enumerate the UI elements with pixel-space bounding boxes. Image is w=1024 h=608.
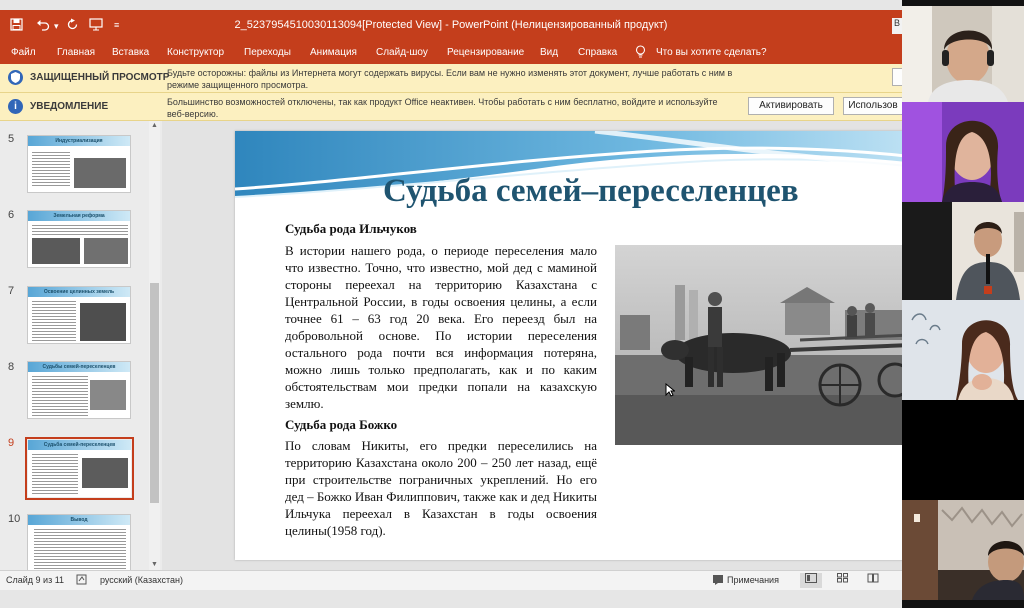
protected-view-bar: ЗАЩИЩЕННЫЙ ПРОСМОТР Будьте осторожны: фа… <box>0 64 902 93</box>
notes-button[interactable]: Примечания <box>727 575 779 585</box>
slide-thumbnail-5[interactable]: Индустриализация <box>27 135 131 193</box>
powerpoint-window: ▾ ≡ 2_5237954510030113094[Protected View… <box>0 0 902 608</box>
spellcheck-icon[interactable] <box>76 573 89 588</box>
thumbnail-title: Земельная реформа <box>53 213 105 219</box>
tab-transitions[interactable]: Переходы <box>244 47 291 58</box>
slide-number-selected: 9 <box>8 437 15 449</box>
heading-bozhko: Судьба рода Божко <box>285 417 398 432</box>
slide-thumbnail-9-selected[interactable]: Судьба семей-переселенцев <box>25 437 134 500</box>
language-indicator[interactable]: русский (Казахстан) <box>100 575 183 585</box>
thumbnail-title: Судьба семей-переселенцев <box>43 442 116 448</box>
notice-bar: i УВЕДОМЛЕНИЕ Большинство возможностей о… <box>0 93 902 121</box>
protected-view-label: ЗАЩИЩЕННЫЙ ПРОСМОТР <box>30 72 170 83</box>
window-title: 2_5237954510030113094[Protected View] - … <box>234 19 668 31</box>
enable-editing-button[interactable] <box>892 68 902 86</box>
slide-thumbnail-8[interactable]: Судьбы семей-переселенцев <box>27 361 131 419</box>
thumbnail-title: Вывод <box>70 517 88 523</box>
tab-file[interactable]: Файл <box>11 47 36 58</box>
lightbulb-icon <box>635 45 646 62</box>
tell-me-search[interactable]: Что вы хотите сделать? <box>656 47 767 58</box>
info-icon: i <box>8 99 23 114</box>
tab-review[interactable]: Рецензирование <box>447 47 524 58</box>
ribbon-tabs: Файл Главная Вставка Конструктор Переход… <box>0 42 902 64</box>
participant-video-5-camera-off[interactable] <box>902 400 1024 500</box>
thumbnail-title: Судьбы семей-переселенцев <box>42 364 116 370</box>
slide-number: 8 <box>8 361 15 373</box>
slide-number: 6 <box>8 209 15 221</box>
settlers-photo <box>615 245 902 445</box>
scroll-up-icon[interactable]: ▲ <box>149 121 160 131</box>
slide-counter: Слайд 9 из 11 <box>6 575 65 585</box>
tab-home[interactable]: Главная <box>57 47 95 58</box>
tab-design[interactable]: Конструктор <box>167 47 224 58</box>
current-slide[interactable]: Судьба семей–переселенцев Судьба рода Ил… <box>235 131 902 560</box>
slide-number: 10 <box>8 513 21 525</box>
paragraph-ilchuk: В истории нашего рода, о периоде пересел… <box>285 243 597 411</box>
mouse-cursor-icon <box>665 383 675 397</box>
slide-number: 5 <box>8 133 15 145</box>
participant-video-4[interactable] <box>902 300 1024 400</box>
participant-video-6[interactable] <box>902 500 1024 600</box>
slide-thumbnail-6[interactable]: Земельная реформа <box>27 210 131 268</box>
tab-animations[interactable]: Анимация <box>310 47 357 58</box>
video-participants-panel <box>902 0 1024 608</box>
scroll-down-icon[interactable]: ▼ <box>149 560 160 570</box>
tab-slideshow[interactable]: Слайд-шоу <box>376 47 428 58</box>
shield-icon <box>8 70 23 85</box>
paragraph-bozhko: По словам Никиты, его предки переселилис… <box>285 438 597 538</box>
slide-thumbnails-pane: 5 Индустриализация 6 Земельная реформа 7… <box>0 121 162 570</box>
activate-button[interactable]: Активировать <box>748 97 834 115</box>
thumbnails-scrollbar[interactable]: ▲ ▼ <box>149 121 160 570</box>
normal-view-button[interactable] <box>800 573 822 588</box>
slide-number: 7 <box>8 285 15 297</box>
slide-title: Судьба семей–переселенцев <box>383 173 799 209</box>
tab-help[interactable]: Справка <box>578 47 617 58</box>
title-bar: ▾ ≡ 2_5237954510030113094[Protected View… <box>0 10 902 42</box>
slide-sorter-view-button[interactable] <box>832 573 854 588</box>
slide-thumbnail-7[interactable]: Освоение целинных земель <box>27 286 131 344</box>
slide-canvas: Судьба семей–переселенцев Судьба рода Ил… <box>162 121 902 570</box>
participant-video-3[interactable] <box>902 202 1024 300</box>
thumbnail-title: Освоение целинных земель <box>43 289 115 295</box>
use-web-button[interactable]: Использов <box>843 97 902 115</box>
notice-text: Большинство возможностей отключены, так … <box>167 97 718 119</box>
participant-video-2[interactable] <box>902 102 1024 202</box>
notes-icon[interactable] <box>712 573 724 587</box>
protected-view-text: Будьте осторожны: файлы из Интернета мог… <box>167 68 733 90</box>
status-bar: Слайд 9 из 11 русский (Казахстан) Примеч… <box>0 570 902 590</box>
participant-video-1[interactable] <box>902 6 1024 102</box>
tab-view[interactable]: Вид <box>540 47 558 58</box>
scrollbar-thumb[interactable] <box>150 283 159 503</box>
thumbnail-title: Индустриализация <box>55 138 103 144</box>
reading-view-button[interactable] <box>862 573 884 588</box>
notice-label: УВЕДОМЛЕНИЕ <box>30 101 109 112</box>
tab-insert[interactable]: Вставка <box>112 47 149 58</box>
heading-ilchuk: Судьба рода Ильчуков <box>285 221 417 236</box>
account-button[interactable]: В <box>892 18 902 34</box>
slide-thumbnail-10[interactable]: Вывод <box>27 514 131 570</box>
